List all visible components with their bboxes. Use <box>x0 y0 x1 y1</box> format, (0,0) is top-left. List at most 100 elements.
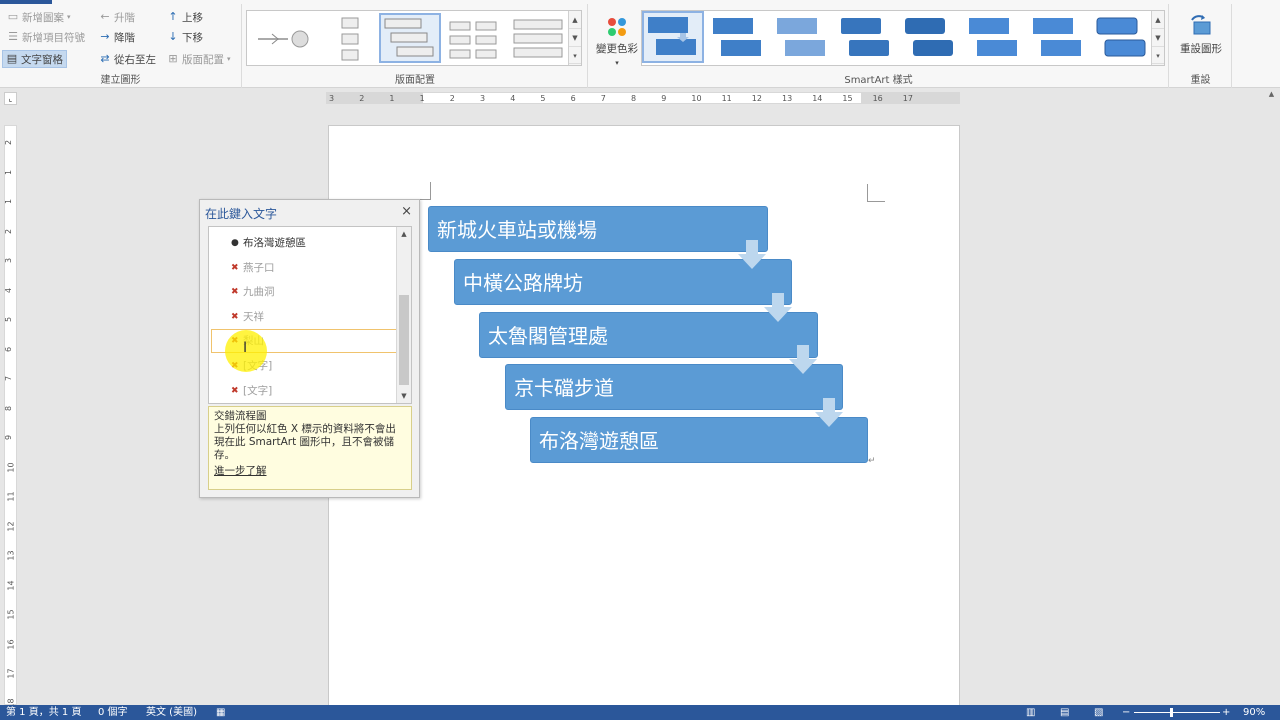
move-up-button[interactable]: ↑ 上移 <box>164 8 206 26</box>
style-thumb-1-selected[interactable] <box>642 11 704 63</box>
print-layout-icon[interactable]: ▤ <box>1060 705 1069 720</box>
move-down-button[interactable]: ↓ 下移 <box>164 28 206 46</box>
layout-thumb-3-selected[interactable] <box>379 13 441 63</box>
ruler-number: 11 <box>721 94 732 103</box>
paragraph-mark-icon: ↵ <box>868 456 876 466</box>
text-pane-button[interactable]: ▤ 文字窗格 <box>2 50 67 68</box>
style-thumb-2[interactable] <box>708 13 766 63</box>
vertical-ruler[interactable]: 2 1 1 2 3 4 5 6 7 8 9 10 11 12 13 14 15 16 17 18 <box>4 125 17 708</box>
zoom-in-icon[interactable]: + <box>1222 705 1230 720</box>
create-graphic-group: ▭ 新增圖案 ▾ ☰ 新增項目符號 ▤ 文字窗格 ← 升階 → 降階 ⇄ 從右至… <box>0 4 242 88</box>
style-thumb-graphic <box>905 18 953 56</box>
right-to-left-icon: ⇄ <box>100 52 110 65</box>
style-thumb-7[interactable] <box>1028 13 1086 63</box>
group-label: 重設 <box>1190 75 1211 86</box>
style-thumb-graphic <box>841 18 889 56</box>
text-pane-list[interactable]: ● 布洛灣遊憩區 ✖ 燕子口 ✖ 九曲洞 ✖ 天祥 ✖ 梨山 ✖ [文字] ✖ … <box>208 226 412 404</box>
promote-button[interactable]: ← 升階 <box>96 8 138 26</box>
demote-button[interactable]: → 降階 <box>96 28 138 46</box>
smartart-styles-gallery: ▲ ▼ ▾ <box>641 10 1165 66</box>
layout-button[interactable]: ⊞ 版面配置 ▾ <box>164 50 234 68</box>
change-colors-button[interactable]: 變更色彩 ▾ <box>593 12 641 68</box>
ruler-number: 2 <box>449 94 455 103</box>
ruler-number: 7 <box>4 375 14 382</box>
list-item[interactable]: ✖ 天祥 <box>231 307 264 327</box>
style-thumb-6[interactable] <box>964 13 1022 63</box>
scroll-up-icon[interactable]: ▲ <box>569 11 581 29</box>
red-x-icon: ✖ <box>231 263 239 273</box>
layout-thumb-2[interactable] <box>319 15 379 61</box>
layout-name: 交錯流程圖 <box>214 410 267 422</box>
ruler-corner-button[interactable]: ⌞ <box>4 92 17 105</box>
list-item[interactable]: ✖ [文字] <box>231 381 272 401</box>
margin-corner-right <box>867 184 885 202</box>
ruler-number: 2 <box>4 228 14 234</box>
style-thumb-4[interactable] <box>836 13 894 63</box>
list-item[interactable]: ✖ 燕子口 <box>231 258 275 278</box>
macro-icon[interactable]: ▦ <box>216 705 225 720</box>
ruler-number: 5 <box>4 316 14 323</box>
layouts-gallery-scroll[interactable]: ▲ ▼ ▾ <box>568 11 581 65</box>
add-shape-button[interactable]: ▭ 新增圖案 ▾ <box>4 8 74 26</box>
arrow-left-icon: ← <box>100 10 110 23</box>
ribbon: ▭ 新增圖案 ▾ ☰ 新增項目符號 ▤ 文字窗格 ← 升階 → 降階 ⇄ 從右至… <box>0 0 1280 88</box>
zoom-slider[interactable] <box>1134 712 1220 713</box>
ruler-number: 3 <box>4 257 14 264</box>
style-thumb-graphic <box>648 17 696 55</box>
layout-thumb-3-graphic <box>384 18 434 57</box>
styles-gallery-scroll[interactable]: ▲ ▼ ▾ <box>1151 11 1164 65</box>
more-icon[interactable]: ▾ <box>569 47 581 65</box>
style-thumb-3[interactable] <box>772 13 830 63</box>
ruler-number: 13 <box>782 94 793 103</box>
ruler-margin-left <box>327 93 423 103</box>
scroll-up-icon[interactable]: ▲ <box>1265 90 1278 102</box>
ruler-number: 16 <box>6 638 16 650</box>
tab-stop-icon: ⌞ <box>8 94 13 103</box>
red-x-icon: ✖ <box>231 312 239 322</box>
arrow-up-icon: ↑ <box>168 10 178 23</box>
list-item[interactable]: ✖ 九曲洞 <box>231 282 275 302</box>
style-thumb-8[interactable] <box>1092 13 1150 63</box>
text-pane-scrollbar[interactable]: ▲ ▼ <box>396 227 411 403</box>
arrow-right-icon: → <box>100 30 110 43</box>
word-count[interactable]: 0 個字 <box>98 705 128 720</box>
ruler-number: 7 <box>600 94 606 103</box>
scroll-up-icon[interactable]: ▲ <box>397 227 411 241</box>
horizontal-ruler[interactable]: 3 2 1 1 2 3 4 5 6 7 8 9 10 11 12 13 14 15 16 17 <box>326 92 960 104</box>
ruler-number: 17 <box>902 94 913 103</box>
reset-graphic-button[interactable]: 重設圖形 <box>1176 10 1226 60</box>
ruler-number: 16 <box>872 94 883 103</box>
scroll-thumb[interactable] <box>399 295 409 385</box>
layout-thumb-5[interactable] <box>509 15 565 61</box>
scroll-down-icon[interactable]: ▼ <box>397 389 411 403</box>
page-count[interactable]: 第 1 頁，共 1 頁 <box>6 705 81 720</box>
zoom-out-icon[interactable]: − <box>1122 705 1130 720</box>
document-scrollbar[interactable]: ▲ <box>1263 88 1280 705</box>
down-arrow-icon <box>789 345 817 374</box>
learn-more-link[interactable]: 進一步了解 <box>214 465 406 478</box>
style-thumb-graphic <box>1033 18 1081 56</box>
style-thumb-5[interactable] <box>900 13 958 63</box>
dropdown-arrow-icon: ▾ <box>67 13 71 21</box>
scroll-down-icon[interactable]: ▼ <box>1152 29 1164 47</box>
zoom-slider-thumb[interactable] <box>1170 708 1173 717</box>
ruler-number: 1 <box>4 169 14 175</box>
list-item[interactable]: ● 布洛灣遊憩區 <box>231 233 306 253</box>
layout-thumb-4[interactable] <box>445 15 501 61</box>
read-mode-icon[interactable]: ▥ <box>1026 705 1035 720</box>
layout-thumb-1[interactable] <box>251 15 311 61</box>
smartart-step-1[interactable]: 新城火車站或機場 <box>428 206 768 252</box>
web-layout-icon[interactable]: ▧ <box>1094 705 1103 720</box>
language-indicator[interactable]: 英文 (美國) <box>146 705 197 720</box>
reset-graphic-icon <box>1191 15 1211 35</box>
zoom-level[interactable]: 90% <box>1243 705 1265 720</box>
close-icon[interactable]: × <box>401 204 412 219</box>
ruler-number: 9 <box>661 94 667 103</box>
scroll-up-icon[interactable]: ▲ <box>1152 11 1164 29</box>
add-bullet-button[interactable]: ☰ 新增項目符號 <box>4 28 88 46</box>
scroll-down-icon[interactable]: ▼ <box>569 29 581 47</box>
change-colors-icon <box>608 17 626 36</box>
right-to-left-button[interactable]: ⇄ 從右至左 <box>96 50 159 68</box>
ruler-number: 8 <box>631 94 637 103</box>
more-icon[interactable]: ▾ <box>1152 47 1164 65</box>
